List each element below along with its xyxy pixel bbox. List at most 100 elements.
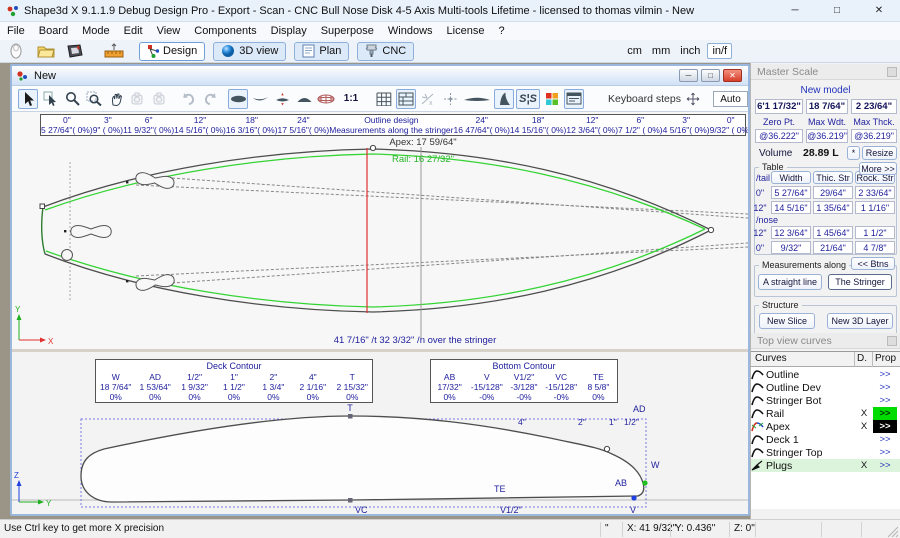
menu-mode[interactable]: Mode <box>75 25 117 37</box>
curve-row-deck-1[interactable]: Deck 1>> <box>751 433 900 446</box>
rail-curve[interactable] <box>46 229 705 307</box>
new-board-icon[interactable] <box>7 42 29 60</box>
curve-row-rail[interactable]: RailX>> <box>751 407 900 420</box>
profile-view[interactable]: T AD 4" 2" 1" 1/2" W AB TE VC V1/2" V Z … <box>12 352 748 514</box>
vc-control-point[interactable] <box>348 498 353 503</box>
unit-mm[interactable]: mm <box>649 45 673 57</box>
document-title-bar[interactable]: New ─ □ ✕ <box>12 66 748 86</box>
open-folder-icon[interactable] <box>36 42 58 60</box>
menu-display[interactable]: Display <box>264 25 314 37</box>
doc-maximize-button[interactable]: □ <box>701 69 720 82</box>
outline-view-icon[interactable] <box>228 89 248 109</box>
slice-view-icon[interactable] <box>272 89 292 109</box>
table-cell[interactable]: 1 1/16" <box>855 201 895 214</box>
curve-row-outline[interactable]: Outline>> <box>751 368 900 381</box>
master-scale-header[interactable]: Master Scale <box>751 64 900 80</box>
plan-view-button[interactable]: Plan <box>294 42 349 61</box>
plug-anchor-point[interactable] <box>126 181 128 183</box>
v-point[interactable] <box>631 495 636 500</box>
menu-license[interactable]: License <box>440 25 492 37</box>
btns-button[interactable]: << Btns <box>851 257 895 270</box>
guidelines-icon[interactable]: S¦S <box>516 89 540 109</box>
move-steps-icon[interactable] <box>683 89 703 109</box>
thickness-column-button[interactable]: Thic. Str <box>813 171 853 184</box>
wireframe-view-icon[interactable] <box>316 89 336 109</box>
doc-close-button[interactable]: ✕ <box>723 69 742 82</box>
top-view-curves-header[interactable]: Top view curves <box>751 333 900 349</box>
table-cell[interactable]: 29/64" <box>813 186 853 199</box>
plug-anchor-point[interactable] <box>64 230 66 232</box>
deck-control-point[interactable] <box>604 446 609 451</box>
width-column-button[interactable]: Width <box>771 171 811 184</box>
curve-row-apex[interactable]: ApexX>> <box>751 420 900 433</box>
table-cell[interactable]: 9/32" <box>771 241 811 254</box>
straight-line-button[interactable]: A straight line <box>758 274 822 290</box>
menu-view[interactable]: View <box>150 25 188 37</box>
resize-button[interactable]: Resize <box>862 146 897 160</box>
star-button[interactable]: * <box>847 146 860 160</box>
curve-row-stringer-top[interactable]: Stringer Top>> <box>751 446 900 459</box>
plug-anchor-point[interactable] <box>126 280 128 282</box>
menu-windows[interactable]: Windows <box>381 25 440 37</box>
prop-button[interactable]: >> <box>873 459 897 472</box>
table-cell[interactable]: 12 3/64" <box>771 226 811 239</box>
unit-inf[interactable]: in/f <box>707 43 732 59</box>
length-value[interactable]: 6'1 17/32" <box>755 99 803 114</box>
prop-button[interactable]: >> <box>873 407 897 420</box>
colors-icon[interactable] <box>542 89 562 109</box>
dimensions-ruler-icon[interactable] <box>103 42 125 60</box>
table-cell[interactable]: 2 33/64" <box>855 186 895 199</box>
tail-edge-curve[interactable] <box>42 207 45 254</box>
table-cell[interactable]: 1 45/64" <box>813 226 853 239</box>
design-view-button[interactable]: Design <box>139 42 205 61</box>
axes-cross-icon[interactable] <box>440 89 460 109</box>
thickness-value[interactable]: 2 23/64" <box>851 99 897 114</box>
new-slice-button[interactable]: New Slice <box>759 313 815 329</box>
maximize-button[interactable]: □ <box>816 0 858 22</box>
copy-icon[interactable] <box>128 89 148 109</box>
grid-icon[interactable] <box>374 89 394 109</box>
apex-control-point[interactable] <box>370 145 375 150</box>
minimize-button[interactable]: ─ <box>774 0 816 22</box>
menu-components[interactable]: Components <box>187 25 263 37</box>
fin-icon[interactable] <box>494 89 514 109</box>
zoom-area-icon[interactable] <box>84 89 104 109</box>
leash-plug[interactable] <box>62 250 73 261</box>
prop-button[interactable]: >> <box>873 394 897 407</box>
table-cell[interactable]: 4 7/8" <box>855 241 895 254</box>
center-plug[interactable] <box>71 226 112 238</box>
prop-button[interactable]: >> <box>873 446 897 459</box>
curve-row-outline-dev[interactable]: Outline Dev>> <box>751 381 900 394</box>
properties-panel-icon[interactable] <box>564 89 584 109</box>
outline-view[interactable]: 0"5 27/64"( 0%) 3"9" ( 0%) 6"11 9/32"( 0… <box>12 112 748 349</box>
close-button[interactable]: ✕ <box>858 0 900 22</box>
thickness-profile-curve[interactable] <box>81 416 644 502</box>
rocker-view-icon[interactable] <box>250 89 270 109</box>
nose-control-point[interactable] <box>708 227 713 232</box>
menu-help[interactable]: ? <box>491 25 511 37</box>
tail-control-point[interactable] <box>40 204 45 209</box>
outline-curve[interactable] <box>43 149 711 230</box>
keyboard-steps-value[interactable]: Auto <box>713 91 748 107</box>
prop-button[interactable]: >> <box>873 368 897 381</box>
select-box-icon[interactable] <box>40 89 60 109</box>
panels-layout-icon[interactable] <box>396 89 416 109</box>
table-cell[interactable]: 21/64" <box>813 241 853 254</box>
resize-grip[interactable] <box>887 526 899 538</box>
board-profile-icon[interactable] <box>462 89 492 109</box>
more-button[interactable]: More >> <box>859 162 897 175</box>
prop-button[interactable]: >> <box>873 433 897 446</box>
t-control-point[interactable] <box>348 414 353 419</box>
zero-pt-at[interactable]: @36.222" <box>755 129 803 143</box>
3d-view-button[interactable]: 3D view <box>213 42 286 61</box>
table-cell[interactable]: 5 27/64" <box>771 186 811 199</box>
outline-curve[interactable] <box>45 230 711 312</box>
measure-x-icon[interactable]: x <box>418 89 438 109</box>
menu-edit[interactable]: Edit <box>117 25 150 37</box>
curves-collapse-button[interactable] <box>887 336 897 346</box>
doc-minimize-button[interactable]: ─ <box>679 69 698 82</box>
menu-superpose[interactable]: Superpose <box>314 25 381 37</box>
master-scale-collapse-button[interactable] <box>887 67 897 77</box>
undo-icon[interactable] <box>178 89 198 109</box>
save-icon[interactable] <box>65 42 87 60</box>
